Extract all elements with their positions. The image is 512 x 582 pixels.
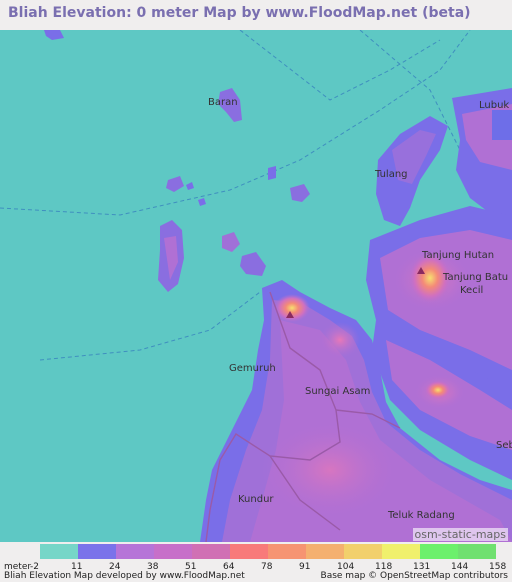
legend-swatch — [344, 544, 382, 559]
place-seb: Seb — [496, 440, 512, 451]
legend-swatch — [268, 544, 306, 559]
legend-swatch — [306, 544, 344, 559]
place-tanjung-batu: Tanjung Batu — [443, 272, 509, 283]
legend-swatch — [154, 544, 192, 559]
legend-swatch — [192, 544, 230, 559]
title-bar: Bliah Elevation: 0 meter Map by www.Floo… — [0, 0, 512, 30]
place-kundur: Kundur — [238, 494, 274, 505]
place-sungai-asam: Sungai Asam — [305, 386, 371, 397]
legend-swatch — [116, 544, 154, 559]
legend-swatch — [40, 544, 78, 559]
osm-attribution[interactable]: osm-static-maps — [412, 528, 508, 541]
elevation-legend: meter -2 11 24 38 51 64 78 91 104 118 131 144 158 Bl… — [0, 542, 512, 582]
place-baran: Baran — [208, 97, 238, 108]
place-lubuk: Lubuk — [479, 100, 510, 111]
legend-swatch — [458, 544, 496, 559]
elevation-map[interactable]: Baran Lubuk Tulang Tanjung Hutan Tanjung… — [0, 30, 512, 542]
legend-swatch — [382, 544, 420, 559]
place-tulang: Tulang — [375, 169, 408, 180]
legend-swatch — [420, 544, 458, 559]
place-tanjung-hutan: Tanjung Hutan — [422, 250, 495, 261]
place-gemuruh: Gemuruh — [229, 363, 276, 374]
place-teluk-radang: Teluk Radang — [388, 510, 455, 521]
page-title: Bliah Elevation: 0 meter Map by www.Floo… — [8, 5, 471, 21]
legend-tick-label: 91 — [299, 562, 311, 572]
map-canvas — [0, 30, 512, 542]
place-kecil: Kecil — [460, 285, 484, 296]
legend-swatch — [78, 544, 116, 559]
credit-floodmap[interactable]: Bliah Elevation Map developed by www.Flo… — [4, 571, 245, 581]
credit-osm[interactable]: Base map © OpenStreetMap contributors — [321, 571, 508, 581]
legend-tick-label: 78 — [261, 562, 273, 572]
legend-swatch — [230, 544, 268, 559]
